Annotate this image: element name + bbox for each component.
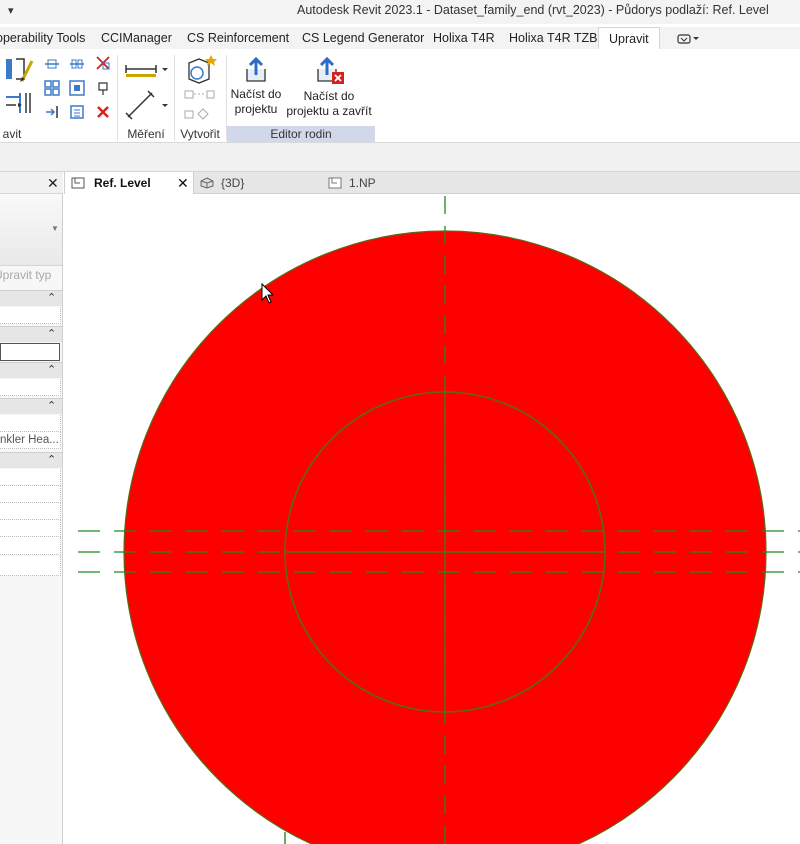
property-group-header[interactable]: ⌃ (0, 290, 62, 306)
window-title: Autodesk Revit 2023.1 - Dataset_family_e… (297, 3, 769, 17)
property-row[interactable] (0, 537, 61, 555)
tab-cs-legend-generator[interactable]: CS Legend Generator (302, 27, 424, 49)
drawing-area[interactable] (64, 194, 800, 844)
load-into-project-and-close-button[interactable]: Načíst do projektu a zavřít (286, 55, 372, 119)
properties-palette: ✕ ▼ Upravit typ ⌃ ⌃ ⌃ ⌃ nkler Hea... ⌃ (0, 172, 63, 844)
view-tab-label: 1.NP (349, 176, 376, 190)
load-and-close-label-2: projektu a zavřít (286, 104, 372, 118)
load-and-close-icon (317, 56, 344, 84)
type-selector-dropdown-icon[interactable]: ▼ (51, 224, 59, 233)
trim-extend-icon[interactable] (4, 89, 36, 117)
mirror-axis-icon[interactable] (69, 56, 85, 72)
pin-icon[interactable] (95, 80, 111, 96)
split-element-icon[interactable] (95, 55, 111, 71)
load-into-project-label-2: projektu (234, 102, 278, 116)
load-into-project-icon (246, 56, 266, 82)
edit-type-button[interactable]: Upravit typ (0, 268, 56, 282)
collapse-icon[interactable]: ⌃ (47, 291, 56, 304)
floor-plan-icon (71, 177, 85, 189)
property-group-header[interactable]: ⌃ (0, 362, 62, 378)
panel-label-modify: avit (2, 127, 22, 141)
delete-icon[interactable] (95, 104, 111, 120)
collapse-icon[interactable]: ⌃ (47, 399, 56, 412)
property-group-header[interactable]: ⌃ (0, 398, 62, 414)
property-row[interactable] (0, 469, 61, 486)
type-selector[interactable]: ▼ (0, 194, 62, 266)
rotate-icon[interactable] (69, 104, 85, 120)
3d-view-icon (200, 177, 214, 189)
tab-cs-reinforcement[interactable]: CS Reinforcement (187, 27, 289, 49)
floor-plan-icon (328, 177, 342, 189)
ribbon-tab-bar: operability Tools CCIManager CS Reinforc… (0, 27, 800, 49)
view-tab-close-icon[interactable]: ✕ (177, 172, 189, 194)
drawing-canvas[interactable] (64, 194, 800, 844)
view-tab-label: {3D} (221, 176, 245, 190)
panel-label-measure: Měření (127, 127, 165, 141)
view-tab-ref-level[interactable]: Ref. Level ✕ (64, 172, 194, 194)
view-tab-bar: Ref. Level ✕ {3D} 1.NP (64, 172, 800, 194)
panel-label-create: Vytvořit (180, 127, 220, 141)
aligned-dimension-icon[interactable] (124, 89, 168, 121)
options-bar (0, 143, 800, 172)
property-group-header[interactable]: ⌃ (0, 326, 62, 342)
load-into-project-button[interactable]: Načíst do projektu (227, 55, 285, 117)
tab-holixa-t4r-tzb[interactable]: Holixa T4R TZB (509, 27, 597, 49)
ribbon-display-options-icon[interactable] (676, 32, 702, 46)
quick-access-dropdown-icon[interactable]: ▾ (8, 4, 14, 17)
array-icon[interactable] (44, 80, 60, 96)
property-row[interactable] (0, 556, 61, 576)
property-row[interactable] (0, 486, 61, 503)
property-row[interactable] (0, 520, 61, 537)
collapse-icon[interactable]: ⌃ (47, 453, 56, 466)
tab-upravit[interactable]: Upravit (598, 27, 660, 49)
property-row[interactable] (0, 379, 61, 396)
scale-icon[interactable] (69, 80, 85, 96)
component-icon[interactable] (183, 53, 217, 85)
property-group-header[interactable]: ⌃ (0, 452, 62, 468)
tab-interoperability-tools[interactable]: operability Tools (0, 27, 85, 49)
panel-label-family-editor: Editor rodin (227, 126, 375, 142)
property-row[interactable] (0, 503, 61, 520)
load-and-close-label-1: Načíst do (303, 89, 355, 103)
measure-distance-icon[interactable] (124, 57, 168, 79)
collapse-icon[interactable]: ⌃ (47, 327, 56, 340)
property-row[interactable] (0, 415, 61, 432)
properties-close-icon[interactable]: ✕ (47, 175, 59, 192)
load-into-project-label-1: Načíst do (230, 87, 282, 101)
property-row-selected[interactable] (0, 343, 60, 361)
detail-tools-icon[interactable] (183, 89, 217, 121)
property-row-family-name[interactable]: nkler Hea... (0, 432, 61, 449)
tab-holixa-t4r[interactable]: Holixa T4R (433, 27, 495, 49)
tab-ccimanager[interactable]: CCIManager (101, 27, 172, 49)
properties-header: ✕ (0, 172, 63, 194)
view-tab-1np[interactable]: 1.NP (324, 172, 452, 194)
align-tool-icon[interactable] (4, 55, 34, 83)
ribbon-panel: avit Měření Vytvořit Načíst do projektu … (0, 49, 800, 143)
view-tab-3d[interactable]: {3D} (195, 172, 323, 194)
title-bar: ▾ Autodesk Revit 2023.1 - Dataset_family… (0, 0, 800, 24)
copy-icon[interactable] (44, 104, 60, 120)
view-tab-label: Ref. Level (94, 176, 151, 190)
collapse-icon[interactable]: ⌃ (47, 363, 56, 376)
offset-icon[interactable] (44, 56, 60, 72)
property-row[interactable] (0, 307, 61, 324)
